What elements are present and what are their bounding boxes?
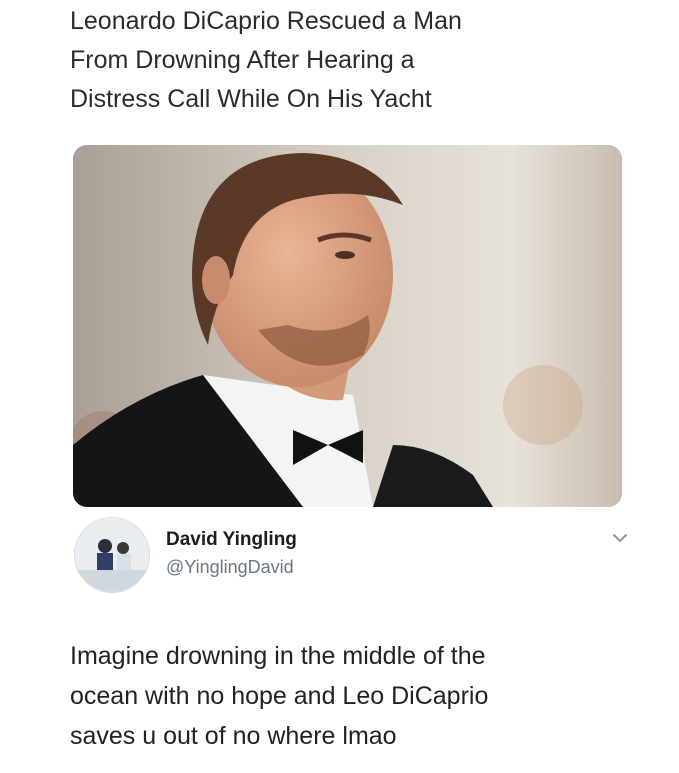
bokeh-light [503, 365, 583, 445]
author-handle[interactable]: @YinglingDavid [166, 557, 294, 578]
headline-line-3: Distress Call While On His Yacht [70, 85, 432, 113]
tweet-author: David Yingling @YinglingDavid [74, 517, 634, 597]
tweet-text: Imagine drowning in the middle of the oc… [70, 636, 650, 756]
article-photo [73, 145, 622, 507]
avatar[interactable] [74, 517, 150, 593]
article-headline: Leonardo DiCaprio Rescued a Man From Dro… [70, 2, 630, 119]
avatar-image [75, 518, 149, 592]
author-name[interactable]: David Yingling [166, 529, 297, 551]
headline-line-2: From Drowning After Hearing a [70, 46, 415, 74]
tweet-line-3: saves u out of no where lmao [70, 722, 397, 750]
tweet-line-2: ocean with no hope and Leo DiCaprio [70, 682, 489, 710]
chevron-down-icon[interactable] [610, 531, 630, 545]
headline-line-1: Leonardo DiCaprio Rescued a Man [70, 7, 462, 35]
tweet-line-1: Imagine drowning in the middle of the [70, 642, 486, 670]
ear [202, 256, 230, 304]
portrait-illustration [73, 145, 622, 507]
eye [335, 251, 355, 259]
